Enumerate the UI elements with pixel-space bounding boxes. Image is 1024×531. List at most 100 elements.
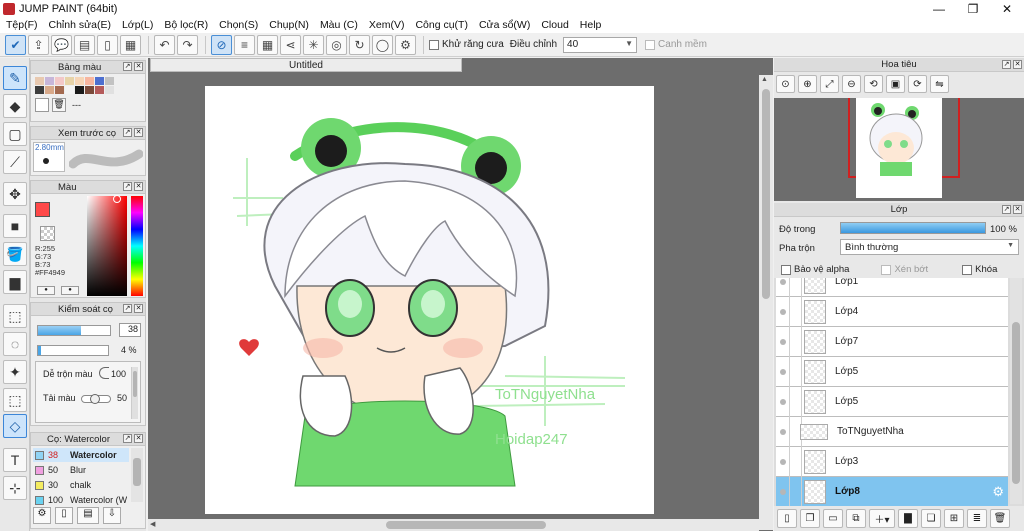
drawing-canvas[interactable]: ToTNguyetNha Hoidap247	[205, 86, 654, 514]
menu-color[interactable]: Màu (C)	[320, 19, 358, 31]
layer-row[interactable]: Lớp7	[776, 326, 1008, 357]
snap-curve-icon[interactable]: ↻	[349, 34, 370, 55]
size-value[interactable]: 38	[119, 323, 141, 337]
move-tool-icon[interactable]: ✥	[3, 182, 27, 206]
snap-grid-icon[interactable]: ▦	[257, 34, 278, 55]
snap-off-icon[interactable]: ⊘	[211, 34, 232, 55]
eyedropper-tool-icon[interactable]: ⊹	[3, 476, 27, 500]
close-icon[interactable]: ✕	[134, 62, 143, 71]
lasso-tool-icon[interactable]: ◌	[3, 332, 27, 356]
close-icon[interactable]: ✕	[1013, 60, 1022, 69]
menu-tools[interactable]: Công cụ(T)	[415, 19, 468, 31]
protect-alpha-checkbox[interactable]	[781, 264, 791, 275]
snap-parallel-icon[interactable]: ≡	[234, 34, 255, 55]
color-mode-button[interactable]: ●	[37, 286, 55, 295]
brush-import-icon[interactable]: ⇩	[103, 507, 121, 524]
hue-slider[interactable]	[131, 196, 143, 296]
layer-link-cell[interactable]	[790, 356, 802, 387]
snap-perspective-icon[interactable]: ⋖	[280, 34, 301, 55]
layer-row[interactable]: Lớp5	[776, 386, 1008, 417]
select-pen-tool-icon[interactable]: ⬚	[3, 388, 27, 412]
layer-menu-icon[interactable]: ≣	[967, 509, 987, 528]
menu-select[interactable]: Chọn(S)	[219, 19, 258, 31]
brush-menu-icon[interactable]: ▤	[77, 507, 99, 524]
brush-list-item[interactable]: 38 Watercolor	[33, 448, 129, 462]
popout-icon[interactable]: ↗	[123, 62, 132, 71]
scroll-up-icon[interactable]: ▲	[761, 76, 768, 83]
minimize-button[interactable]: —	[922, 0, 956, 17]
visibility-icon[interactable]	[776, 446, 790, 477]
new-page-icon[interactable]	[35, 98, 49, 112]
fit-window-icon[interactable]: ⤢	[820, 75, 839, 93]
palette-swatch[interactable]	[45, 86, 54, 94]
visibility-icon[interactable]	[776, 326, 790, 357]
rotate-right-icon[interactable]: ⟳	[908, 75, 927, 93]
brush-list-item[interactable]: 100 Watercolor (W	[33, 493, 129, 507]
zoom-fit-icon[interactable]: ⊙	[776, 75, 795, 93]
palette-swatch[interactable]	[85, 77, 94, 85]
rotate-left-icon[interactable]: ⟲	[864, 75, 883, 93]
duplicate-layer-icon[interactable]: ❏	[921, 509, 941, 528]
panel-layout-icon[interactable]: ▦	[120, 34, 141, 55]
snap-ellipse-icon[interactable]: ◯	[372, 34, 393, 55]
horizontal-scrollbar[interactable]: ◀	[148, 519, 759, 531]
menu-cloud[interactable]: Cloud	[541, 19, 568, 31]
brush-settings-icon[interactable]: ⚙	[33, 507, 51, 524]
snap-settings-icon[interactable]: ⚙	[395, 34, 416, 55]
layer-row[interactable]: Lớp4	[776, 296, 1008, 327]
palette-swatch[interactable]	[35, 86, 44, 94]
rect-select-tool-icon[interactable]: ▢	[3, 122, 27, 146]
vertical-scrollbar[interactable]: ▲	[759, 75, 773, 530]
layer-row[interactable]: Lớp3	[776, 446, 1008, 477]
layer-blend-select[interactable]: Bình thường ▼	[840, 239, 1019, 255]
palette-swatch[interactable]	[75, 86, 84, 94]
popout-icon[interactable]: ↗	[1002, 205, 1011, 214]
palette-swatch[interactable]	[35, 77, 44, 85]
edge-checkbox[interactable]	[645, 39, 656, 50]
antialias-checkbox[interactable]	[429, 39, 439, 50]
merge-layer-icon[interactable]: ⊞	[944, 509, 964, 528]
menu-edit[interactable]: Chỉnh sửa(E)	[49, 19, 111, 31]
select-eraser-tool-icon[interactable]: ◇	[3, 414, 27, 438]
new-brush-icon[interactable]: ▯	[55, 507, 73, 524]
layer-opacity-slider[interactable]	[840, 222, 986, 234]
palette-swatch[interactable]	[105, 77, 114, 85]
palette-swatch[interactable]	[85, 86, 94, 94]
line-tool-icon[interactable]: ⟋	[3, 150, 27, 174]
popout-icon[interactable]: ↗	[123, 434, 132, 443]
layer-link-cell[interactable]	[790, 326, 802, 357]
reload-slider[interactable]	[81, 394, 111, 404]
lock-checkbox[interactable]	[962, 264, 973, 275]
scroll-left-icon[interactable]: ◀	[150, 520, 155, 528]
layer-row[interactable]: Lớp1	[776, 278, 1008, 297]
menu-filter[interactable]: Bộ lọc(R)	[164, 19, 208, 31]
menu-view[interactable]: Xem(V)	[369, 19, 405, 31]
close-icon[interactable]: ✕	[134, 434, 143, 443]
palette-swatch[interactable]	[75, 77, 84, 85]
close-icon[interactable]: ✕	[1013, 205, 1022, 214]
layer-row[interactable]: Lớp5	[776, 356, 1008, 387]
brush-list-item[interactable]: 50 Blur	[33, 463, 129, 477]
check-mode-icon[interactable]: ✔	[5, 34, 26, 55]
layer-effect-icon[interactable]: ⧉	[846, 509, 866, 528]
zoom-out-icon[interactable]: ⊖	[842, 75, 861, 93]
share-icon[interactable]: ⇪	[28, 34, 49, 55]
brush-control-scrollbar[interactable]	[131, 367, 138, 419]
brush-tool-icon[interactable]: ✎	[3, 66, 27, 90]
menu-help[interactable]: Help	[580, 19, 602, 31]
flip-icon[interactable]: ⇋	[930, 75, 949, 93]
menu-layer[interactable]: Lớp(L)	[122, 19, 153, 31]
blend-knob-icon[interactable]	[99, 367, 109, 379]
brush-list-scrollbar[interactable]	[131, 448, 143, 502]
select-tool-icon[interactable]: ⬚	[3, 304, 27, 328]
color-swap-button[interactable]: ●	[61, 286, 79, 295]
transparent-color-swatch[interactable]	[40, 226, 55, 241]
popout-icon[interactable]: ↗	[1002, 60, 1011, 69]
magic-wand-tool-icon[interactable]: ✦	[3, 360, 27, 384]
eraser-tool-icon[interactable]: ◆	[3, 94, 27, 118]
page-icon[interactable]: ▯	[97, 34, 118, 55]
visibility-icon[interactable]	[776, 278, 790, 297]
add-layer-menu-icon[interactable]: ＋▾	[869, 509, 895, 528]
palette-swatch[interactable]	[65, 86, 74, 94]
layer-link-cell[interactable]	[790, 476, 802, 506]
